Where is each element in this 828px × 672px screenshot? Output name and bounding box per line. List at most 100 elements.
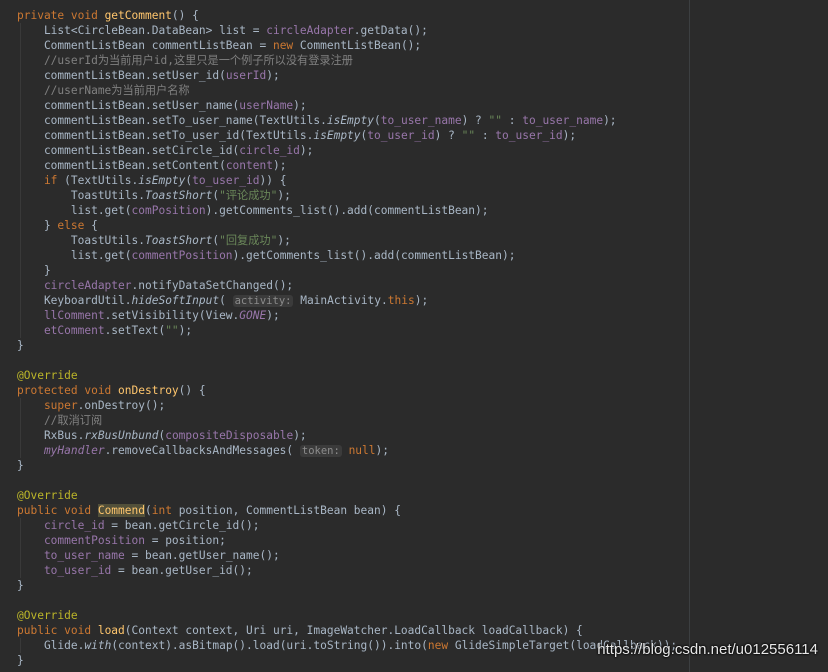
- code-token: Commend: [97, 504, 145, 517]
- code-line[interactable]: commentListBean.setContent(content);: [17, 158, 677, 173]
- code-line[interactable]: etComment.setText("");: [17, 323, 677, 338]
- code-line[interactable]: commentListBean.setTo_user_name(TextUtil…: [17, 113, 677, 128]
- code-token: .notifyDataSetChanged();: [131, 279, 294, 292]
- code-line[interactable]: } else {: [17, 218, 677, 233]
- code-line[interactable]: List<CircleBean.DataBean> list = circleA…: [17, 23, 677, 38]
- code-line[interactable]: //取消订阅: [17, 413, 677, 428]
- code-token: onDestroy: [118, 384, 179, 397]
- code-line[interactable]: CommentListBean commentListBean = new Co…: [17, 38, 677, 53]
- code-token: );: [293, 429, 307, 442]
- code-token: ToastUtils.: [17, 234, 145, 247]
- code-token: (: [219, 294, 233, 307]
- code-line[interactable]: to_user_name = bean.getUser_name();: [17, 548, 677, 563]
- code-line[interactable]: @Override: [17, 368, 677, 383]
- code-token: = position;: [144, 534, 226, 547]
- code-line[interactable]: @Override: [17, 608, 677, 623]
- code-token: "": [488, 114, 503, 127]
- code-token: commentListBean.setTo_user_name(TextUtil…: [17, 114, 327, 127]
- code-line[interactable]: //userId为当前用户id,这里只是一个例子所以没有登录注册: [17, 53, 677, 68]
- code-token: protected void: [17, 384, 119, 397]
- code-line[interactable]: private void getComment() {: [17, 8, 677, 23]
- code-token: public void: [17, 624, 98, 637]
- code-token: ).getComments_list().add(commentListBean…: [232, 249, 516, 262]
- code-line[interactable]: @Override: [17, 488, 677, 503]
- code-line[interactable]: public void Commend(int position, Commen…: [17, 503, 677, 518]
- code-token: //取消订阅: [17, 414, 103, 427]
- code-token: "评论成功": [219, 189, 278, 202]
- code-token: etComment: [17, 324, 105, 337]
- code-line[interactable]: [17, 473, 677, 488]
- code-token: );: [299, 144, 314, 157]
- code-line[interactable]: }: [17, 653, 677, 668]
- code-token: ) ?: [434, 129, 462, 142]
- code-token: circleAdapter: [17, 279, 132, 292]
- code-token: else: [57, 219, 92, 232]
- code-token: to_user_id: [17, 564, 112, 577]
- code-token: .setVisibility(View.: [104, 309, 240, 322]
- code-token: ToastShort: [144, 234, 213, 247]
- code-token: .onDestroy();: [77, 399, 166, 412]
- code-line[interactable]: ToastUtils.ToastShort("评论成功");: [17, 188, 677, 203]
- code-token: commentListBean.setContent(: [17, 159, 226, 172]
- code-token: );: [277, 234, 291, 247]
- code-token: (: [144, 504, 152, 517]
- code-line[interactable]: circleAdapter.notifyDataSetChanged();: [17, 278, 677, 293]
- code-line[interactable]: }: [17, 578, 677, 593]
- code-token: }: [17, 579, 24, 592]
- code-token: list.get(: [17, 204, 132, 217]
- code-line[interactable]: commentListBean.setUser_id(userId);: [17, 68, 677, 83]
- code-token: list.get(: [17, 249, 132, 262]
- code-line[interactable]: commentPosition = position;: [17, 533, 677, 548]
- code-token: MainActivity.: [293, 294, 388, 307]
- code-token: );: [562, 129, 577, 142]
- code-line[interactable]: commentListBean.setTo_user_id(TextUtils.…: [17, 128, 677, 143]
- code-line[interactable]: if (TextUtils.isEmpty(to_user_id)) {: [17, 173, 677, 188]
- code-token: :: [475, 129, 496, 142]
- code-line[interactable]: public void load(Context context, Uri ur…: [17, 623, 677, 638]
- code-line[interactable]: }: [17, 338, 677, 353]
- code-token: );: [266, 309, 280, 322]
- code-line[interactable]: //userName为当前用户名称: [17, 83, 677, 98]
- code-token: commentListBean.setCircle_id(: [17, 144, 240, 157]
- code-token: () {: [171, 9, 199, 22]
- code-token: }: [17, 339, 24, 352]
- code-token: public void: [17, 504, 98, 517]
- code-token: );: [414, 294, 429, 307]
- code-line[interactable]: list.get(commentPosition).getComments_li…: [17, 248, 677, 263]
- code-line[interactable]: [17, 593, 677, 608]
- code-line[interactable]: commentListBean.setCircle_id(circle_id);: [17, 143, 677, 158]
- code-token: circleAdapter: [266, 24, 354, 37]
- code-line[interactable]: list.get(comPosition).getComments_list()…: [17, 203, 677, 218]
- code-line[interactable]: RxBus.rxBusUnbund(compositeDisposable);: [17, 428, 677, 443]
- code-line[interactable]: to_user_id = bean.getUser_id();: [17, 563, 677, 578]
- code-token: to_user_name: [17, 549, 125, 562]
- code-token: int: [151, 504, 179, 517]
- code-line[interactable]: commentListBean.setUser_name(userName);: [17, 98, 677, 113]
- code-line[interactable]: protected void onDestroy() {: [17, 383, 677, 398]
- code-line[interactable]: super.onDestroy();: [17, 398, 677, 413]
- code-token: commentPosition: [131, 249, 233, 262]
- code-line[interactable]: myHandler.removeCallbacksAndMessages( to…: [17, 443, 677, 458]
- code-token: private void: [17, 9, 105, 22]
- code-line[interactable]: circle_id = bean.getCircle_id();: [17, 518, 677, 533]
- code-token: commentListBean.setTo_user_id(TextUtils.: [17, 129, 314, 142]
- code-line[interactable]: }: [17, 263, 677, 278]
- code-line[interactable]: Glide.with(context).asBitmap().load(uri.…: [17, 638, 677, 653]
- code-editor[interactable]: private void getComment() { List<CircleB…: [0, 0, 828, 672]
- code-token: isEmpty: [313, 129, 361, 142]
- code-token: myHandler: [17, 444, 105, 457]
- code-line[interactable]: ToastUtils.ToastShort("回复成功");: [17, 233, 677, 248]
- code-token: () {: [178, 384, 206, 397]
- code-line[interactable]: }: [17, 458, 677, 473]
- right-margin-guide: [689, 0, 690, 672]
- code-token: hideSoftInput: [131, 294, 220, 307]
- code-token: );: [375, 444, 389, 457]
- code-token: position, CommentListBean bean) {: [178, 504, 401, 517]
- code-token: GONE: [239, 309, 267, 322]
- code-line[interactable]: KeyboardUtil.hideSoftInput( activity: Ma…: [17, 293, 677, 308]
- code-line[interactable]: llComment.setVisibility(View.GONE);: [17, 308, 677, 323]
- code-area[interactable]: private void getComment() { List<CircleB…: [17, 8, 677, 668]
- parameter-hint: token:: [299, 445, 342, 457]
- code-line[interactable]: [17, 353, 677, 368]
- code-token: = bean.getCircle_id();: [104, 519, 260, 532]
